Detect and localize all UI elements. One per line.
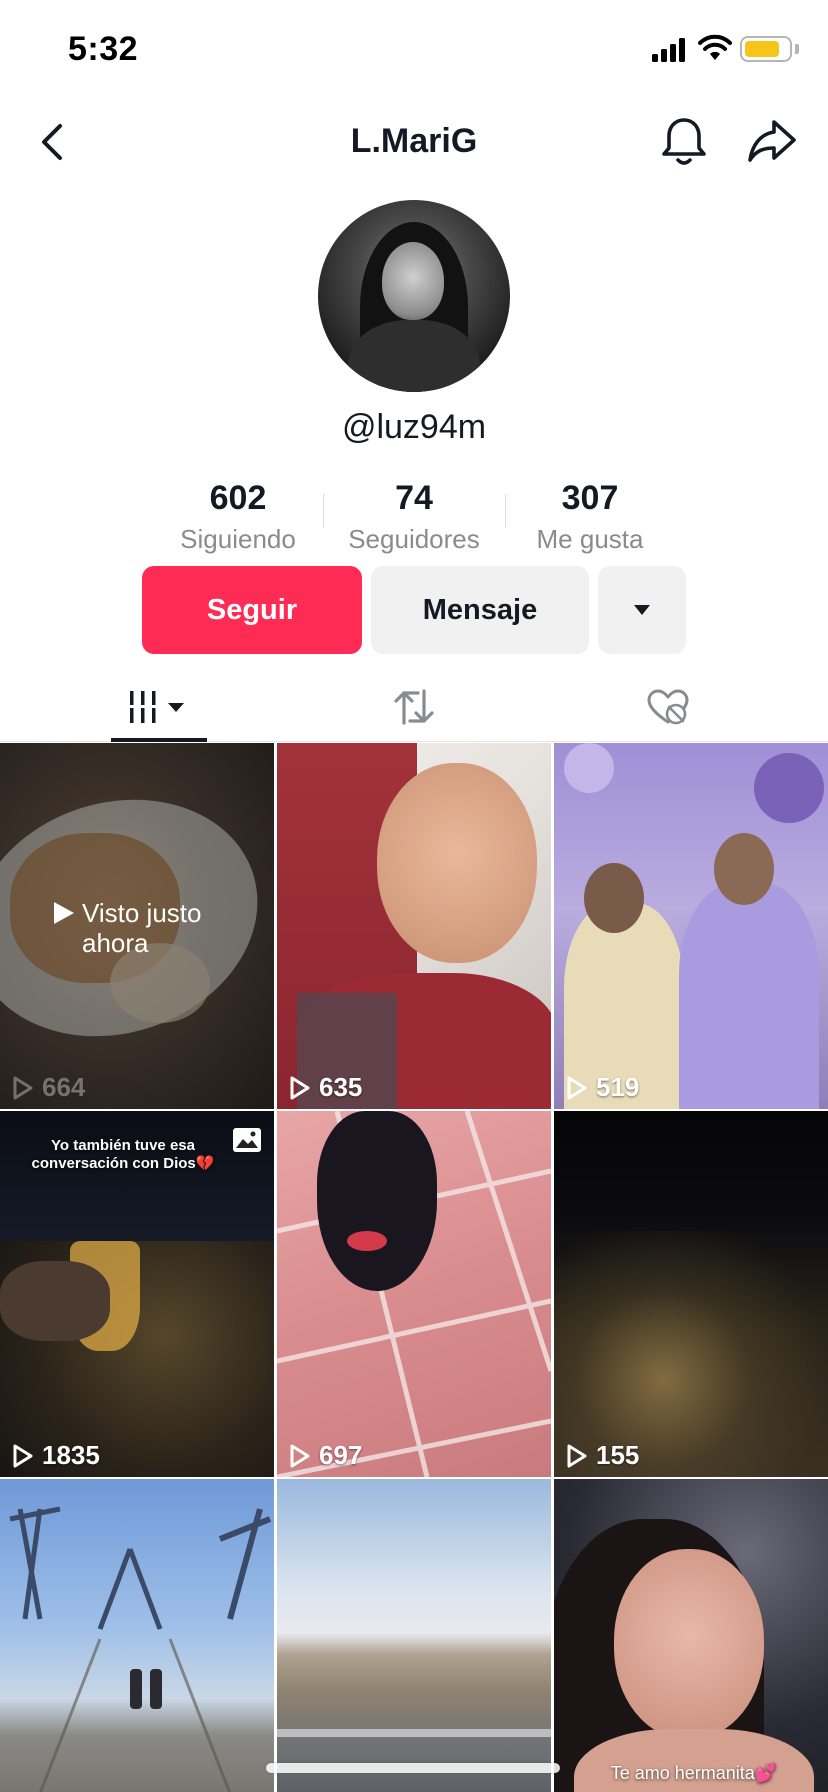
play-outline-icon [567,1076,587,1099]
video-tile[interactable]: Te amo hermanita💕 [554,1479,828,1792]
stat-value: 307 [561,479,619,517]
video-tile[interactable]: Yo también tuve esa conversación con Dio… [0,1111,274,1477]
stat-label: Me gusta [536,524,644,554]
stat-divider [323,494,324,528]
stat-value: 602 [209,479,267,517]
person-shape [130,1669,142,1709]
tab-active-indicator [111,738,207,742]
dog-shape [317,1111,437,1291]
view-count: 1835 [12,1440,100,1471]
view-count: 519 [566,1072,639,1103]
message-button[interactable]: Mensaje [371,566,589,654]
video-tile[interactable]: 155 [554,1111,828,1477]
view-count-value: 1835 [42,1440,100,1470]
stat-followers[interactable]: 74 Seguidores [326,474,502,556]
grid-icon [130,691,184,723]
wifi-icon [698,34,732,60]
profile-stats: 602 Siguiendo 74 Seguidores 307 Me gusta [150,474,678,554]
video-tile[interactable]: Visto justo ahora 664 [0,743,274,1109]
view-count: 697 [289,1440,362,1471]
face-shape [584,863,644,933]
share-icon [748,120,796,162]
profile-tabs [0,672,828,742]
avatar[interactable] [318,200,510,392]
view-count-value: 519 [596,1072,640,1102]
face-shape [377,763,537,963]
tab-reposts[interactable] [366,672,462,742]
share-button[interactable] [746,114,798,168]
avatar-face [382,242,444,320]
home-indicator [266,1763,560,1773]
nav-bar: L.MariG [0,100,828,184]
face-shape [714,833,774,905]
view-count: 155 [566,1440,639,1471]
cellular-signal-icon [652,38,688,62]
view-count-value: 635 [319,1072,363,1102]
hidden-heart-icon [647,689,689,725]
avatar-body [348,320,480,392]
username-handle: @luz94m [341,408,487,446]
play-outline-icon [290,1076,310,1099]
stat-label: Siguiendo [180,524,296,554]
video-caption: Te amo hermanita💕 [610,1763,778,1783]
stat-value: 74 [395,479,433,517]
play-icon [54,902,74,924]
play-outline-icon [13,1076,33,1099]
video-tile[interactable]: 635 [277,743,551,1109]
tab-liked[interactable] [620,672,716,742]
repost-icon [394,689,434,725]
view-count: 635 [289,1072,362,1103]
view-count-value: 664 [42,1072,86,1102]
stat-following[interactable]: 602 Siguiendo [150,474,326,556]
balloon-shape [754,753,824,823]
stat-label: Seguidores [348,524,480,554]
stat-likes[interactable]: 307 Me gusta [502,474,678,556]
video-tile[interactable] [277,1479,551,1792]
battery-icon [740,36,792,62]
view-count-value: 155 [596,1440,640,1470]
follow-button[interactable]: Seguir [142,566,362,654]
notifications-button[interactable] [660,114,708,168]
caret-down-icon [634,605,650,615]
hand-shape [0,1261,110,1341]
tab-videos[interactable] [111,672,207,742]
photo-icon [233,1128,261,1152]
view-count: 664 [12,1072,85,1103]
balloon-shape [564,743,614,793]
dress-shape [679,883,819,1109]
status-bar: 5:32 [0,0,828,100]
road-line-shape [277,1729,551,1737]
view-count-value: 697 [319,1440,363,1470]
play-outline-icon [567,1444,587,1467]
watched-label: Visto justo ahora [82,898,202,958]
video-grid: Visto justo ahora 664 635 519 Yo también… [0,743,828,1792]
status-time: 5:32 [68,30,139,68]
video-tile[interactable]: 519 [554,743,828,1109]
cranes-shape [9,1506,272,1792]
video-caption: Yo también tuve esa conversación con Dio… [31,1137,215,1172]
dog-tongue-shape [347,1231,387,1251]
play-outline-icon [13,1444,33,1467]
play-outline-icon [290,1444,310,1467]
video-tile[interactable] [0,1479,274,1792]
bell-icon [662,118,706,165]
watched-indicator: Visto justo ahora [0,898,274,958]
suggested-accounts-button[interactable] [598,566,686,654]
person-shape [150,1669,162,1709]
face-shape [614,1549,764,1739]
battery-tip [795,44,799,54]
video-tile[interactable]: 697 [277,1111,551,1477]
